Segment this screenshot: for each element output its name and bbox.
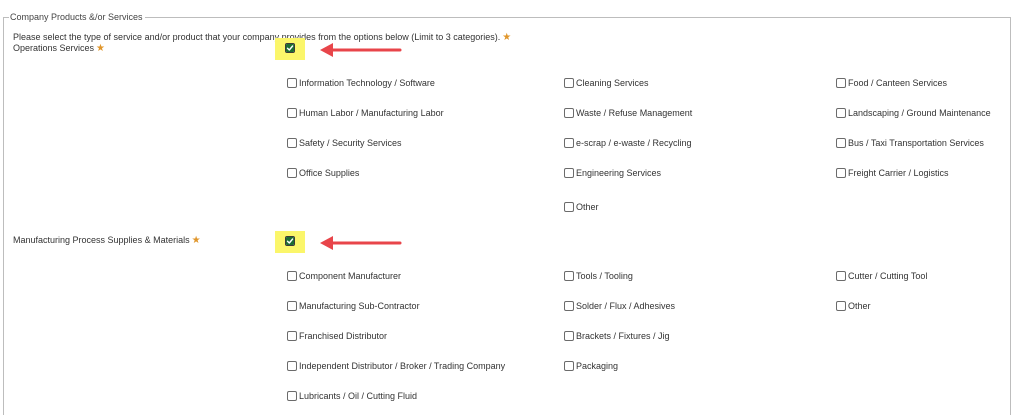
required-star-icon: ★ bbox=[502, 32, 512, 43]
option-checkbox[interactable] bbox=[836, 108, 846, 118]
group-checkbox-operations-services[interactable] bbox=[285, 43, 295, 53]
option-label: Tools / Tooling bbox=[576, 271, 633, 281]
option-label: Information Technology / Software bbox=[299, 78, 435, 88]
option-checkbox[interactable] bbox=[287, 108, 297, 118]
option-checkbox[interactable] bbox=[564, 168, 574, 178]
option-checkbox[interactable] bbox=[836, 271, 846, 281]
option-checkbox[interactable] bbox=[836, 138, 846, 148]
option-checkbox[interactable] bbox=[564, 301, 574, 311]
option-label: Other bbox=[848, 301, 871, 311]
option-label: Packaging bbox=[576, 361, 619, 371]
option-safety-security-services[interactable]: Safety / Security Services bbox=[287, 136, 402, 150]
option-label: Human Labor / Manufacturing Labor bbox=[299, 108, 444, 118]
option-checkbox[interactable] bbox=[564, 271, 574, 281]
option-franchised-distributor[interactable]: Franchised Distributor bbox=[287, 329, 387, 343]
option-human-labor-manufacturing-labor[interactable]: Human Labor / Manufacturing Labor bbox=[287, 106, 444, 120]
option-label: Other bbox=[576, 202, 599, 212]
group-label-text: Manufacturing Process Supplies & Materia… bbox=[13, 235, 190, 245]
group-checkbox-manufacturing-process-supplies[interactable] bbox=[285, 236, 295, 246]
option-label: Safety / Security Services bbox=[299, 138, 402, 148]
section-legend: Company Products &/or Services bbox=[9, 11, 145, 23]
required-star-icon: ★ bbox=[96, 43, 106, 54]
option-label: e-scrap / e-waste / Recycling bbox=[576, 138, 692, 148]
option-label: Franchised Distributor bbox=[299, 331, 388, 341]
option-checkbox[interactable] bbox=[287, 331, 297, 341]
option-other[interactable]: Other bbox=[836, 299, 871, 313]
option-freight-carrier-logistics[interactable]: Freight Carrier / Logistics bbox=[836, 166, 949, 180]
option-label: Engineering Services bbox=[576, 168, 662, 178]
option-label: Freight Carrier / Logistics bbox=[848, 168, 949, 178]
option-label: Cutter / Cutting Tool bbox=[848, 271, 928, 281]
option-engineering-services[interactable]: Engineering Services bbox=[564, 166, 661, 180]
option-label: Manufacturing Sub-Contractor bbox=[299, 301, 420, 311]
group-label-text: Operations Services bbox=[13, 43, 95, 53]
group-label-operations-services: Operations Services ★ bbox=[13, 42, 105, 55]
option-checkbox[interactable] bbox=[564, 202, 574, 212]
option-label: Solder / Flux / Adhesives bbox=[576, 301, 676, 311]
group-label-manufacturing-process-supplies: Manufacturing Process Supplies & Materia… bbox=[13, 234, 201, 247]
option-checkbox[interactable] bbox=[287, 138, 297, 148]
option-label: Landscaping / Ground Maintenance bbox=[848, 108, 991, 118]
option-checkbox[interactable] bbox=[287, 301, 297, 311]
option-other[interactable]: Other bbox=[564, 200, 599, 214]
option-checkbox[interactable] bbox=[564, 78, 574, 88]
option-checkbox[interactable] bbox=[287, 78, 297, 88]
option-manufacturing-sub-contractor[interactable]: Manufacturing Sub-Contractor bbox=[287, 299, 420, 313]
option-checkbox[interactable] bbox=[836, 168, 846, 178]
option-checkbox[interactable] bbox=[287, 271, 297, 281]
option-label: Lubricants / Oil / Cutting Fluid bbox=[299, 391, 418, 401]
option-label: Office Supplies bbox=[299, 168, 360, 178]
option-checkbox[interactable] bbox=[564, 108, 574, 118]
option-component-manufacturer[interactable]: Component Manufacturer bbox=[287, 269, 401, 283]
check-icon bbox=[286, 237, 294, 245]
option-label: Independent Distributor / Broker / Tradi… bbox=[299, 361, 506, 371]
option-label: Waste / Refuse Management bbox=[576, 108, 693, 118]
instructions-label: Please select the type of service and/or… bbox=[13, 32, 501, 42]
option-food-canteen-services[interactable]: Food / Canteen Services bbox=[836, 76, 947, 90]
option-e-scrap-e-waste-recycling[interactable]: e-scrap / e-waste / Recycling bbox=[564, 136, 692, 150]
option-bus-taxi-transportation-services[interactable]: Bus / Taxi Transportation Services bbox=[836, 136, 984, 150]
option-label: Cleaning Services bbox=[576, 78, 649, 88]
option-cleaning-services[interactable]: Cleaning Services bbox=[564, 76, 649, 90]
option-tools-tooling[interactable]: Tools / Tooling bbox=[564, 269, 633, 283]
arrow-left-icon bbox=[320, 43, 402, 57]
option-cutter-cutting-tool[interactable]: Cutter / Cutting Tool bbox=[836, 269, 927, 283]
option-checkbox[interactable] bbox=[836, 78, 846, 88]
arrow-left-icon bbox=[320, 236, 402, 250]
option-checkbox[interactable] bbox=[564, 138, 574, 148]
option-label: Brackets / Fixtures / Jig bbox=[576, 331, 670, 341]
option-checkbox[interactable] bbox=[564, 361, 574, 371]
option-independent-distributor-broker-trading-company[interactable]: Independent Distributor / Broker / Tradi… bbox=[287, 359, 505, 373]
option-checkbox[interactable] bbox=[287, 361, 297, 371]
option-packaging[interactable]: Packaging bbox=[564, 359, 618, 373]
option-brackets-fixtures-jig[interactable]: Brackets / Fixtures / Jig bbox=[564, 329, 670, 343]
option-label: Food / Canteen Services bbox=[848, 78, 948, 88]
option-label: Bus / Taxi Transportation Services bbox=[848, 138, 984, 148]
option-waste-refuse-management[interactable]: Waste / Refuse Management bbox=[564, 106, 692, 120]
option-checkbox[interactable] bbox=[287, 391, 297, 401]
option-landscaping-ground-maintenance[interactable]: Landscaping / Ground Maintenance bbox=[836, 106, 991, 120]
option-checkbox[interactable] bbox=[836, 301, 846, 311]
check-icon bbox=[286, 44, 294, 52]
option-office-supplies[interactable]: Office Supplies bbox=[287, 166, 359, 180]
option-lubricants-oil-cutting-fluid[interactable]: Lubricants / Oil / Cutting Fluid bbox=[287, 389, 417, 403]
option-label: Component Manufacturer bbox=[299, 271, 402, 281]
option-checkbox[interactable] bbox=[287, 168, 297, 178]
option-information-technology-software[interactable]: Information Technology / Software bbox=[287, 76, 435, 90]
option-checkbox[interactable] bbox=[564, 331, 574, 341]
option-solder-flux-adhesives[interactable]: Solder / Flux / Adhesives bbox=[564, 299, 675, 313]
required-star-icon: ★ bbox=[191, 235, 201, 246]
